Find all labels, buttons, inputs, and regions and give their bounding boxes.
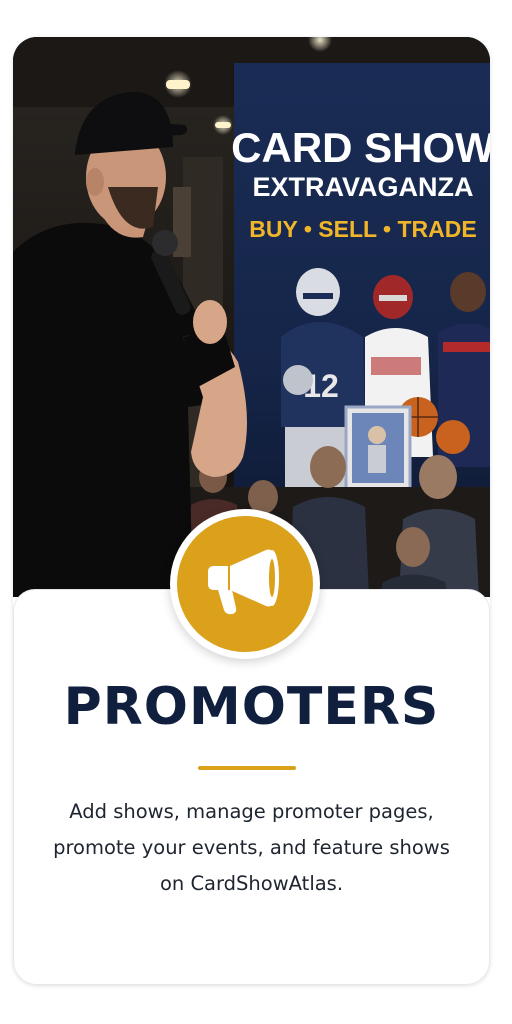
card-description: Add shows, manage promoter pages, promot… bbox=[53, 800, 450, 895]
banner-title-line2: EXTRAVAGANZA bbox=[253, 172, 474, 202]
title-divider bbox=[198, 766, 296, 770]
card-title: PROMOTERS bbox=[63, 677, 440, 737]
megaphone-icon bbox=[202, 546, 288, 622]
badge-circle bbox=[177, 516, 313, 652]
banner-tagline: BUY • SELL • TRADE bbox=[249, 216, 476, 242]
promoter-badge bbox=[170, 509, 320, 659]
promoters-card[interactable]: CARD SHOW EXTRAVAGANZA BUY • SELL • TRAD… bbox=[13, 37, 490, 985]
banner-title-line1: CARD SHOW bbox=[231, 124, 490, 171]
